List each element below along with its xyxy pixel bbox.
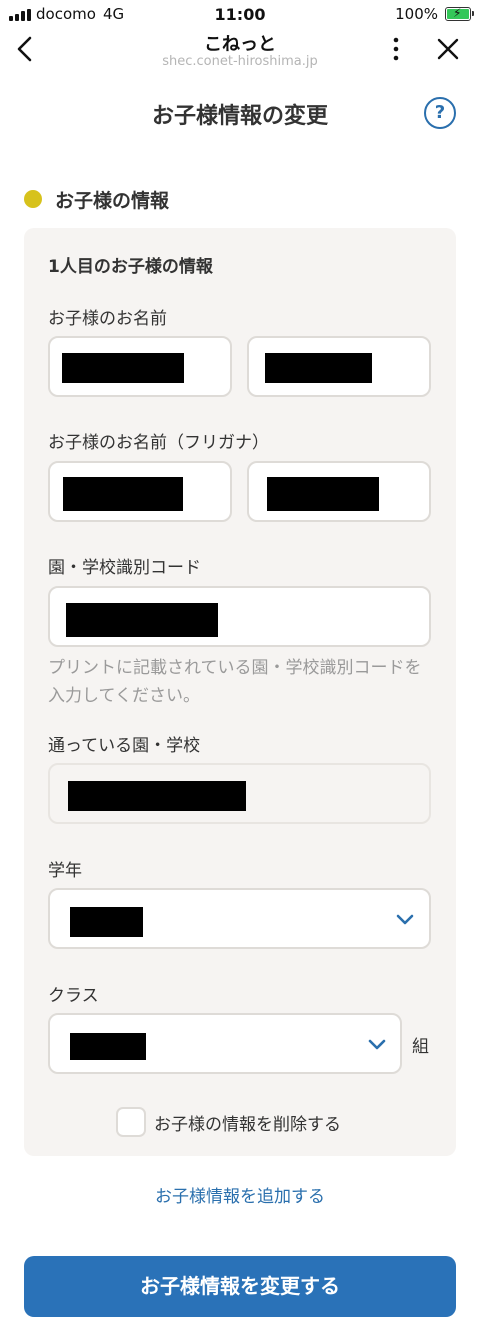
delete-child-label[interactable]: お子様の情報を削除する	[154, 1110, 341, 1135]
school-label: 通っている園・学校	[48, 736, 201, 756]
school-field	[48, 763, 431, 824]
section-bullet	[24, 190, 42, 208]
redacted-value	[70, 1033, 146, 1060]
help-icon[interactable]: ?	[424, 97, 456, 129]
name-label: お子様のお名前	[48, 309, 167, 329]
class-suffix: 組	[412, 1037, 429, 1057]
delete-child-checkbox[interactable]	[116, 1107, 146, 1137]
status-bar: docomo 4G 11:00 100% ⚡	[0, 0, 480, 30]
submit-button[interactable]: お子様情報を変更する	[24, 1256, 456, 1317]
browser-title: こねっと	[204, 34, 276, 55]
last-name-kana-input[interactable]	[48, 461, 232, 522]
close-icon[interactable]	[434, 35, 462, 63]
page-title: お子様情報の変更	[151, 104, 328, 129]
grade-select[interactable]	[48, 888, 431, 949]
school-code-help-text: プリントに記載されている園・学校識別コードを入力してください。	[48, 658, 422, 706]
first-name-kana-input[interactable]	[247, 461, 431, 522]
school-code-input[interactable]	[48, 586, 431, 647]
class-label: クラス	[48, 986, 99, 1006]
first-name-input[interactable]	[247, 336, 431, 397]
last-name-input[interactable]	[48, 336, 232, 397]
redacted-value	[62, 353, 184, 383]
redacted-value	[265, 353, 372, 383]
add-child-link[interactable]: お子様情報を追加する	[0, 1182, 480, 1207]
redacted-value	[63, 477, 183, 511]
redacted-value	[267, 477, 379, 511]
chevron-down-icon	[396, 914, 414, 925]
browser-url: shec.conet-hiroshima.jp	[162, 54, 318, 69]
grade-label: 学年	[48, 861, 82, 881]
redacted-value	[66, 603, 218, 637]
child-card-title: 1人目のお子様の情報	[48, 257, 213, 277]
more-options-icon[interactable]	[384, 35, 408, 63]
redacted-value	[70, 907, 143, 937]
battery-percentage: 100%	[395, 5, 438, 23]
battery-icon: ⚡	[445, 6, 474, 21]
class-select[interactable]	[48, 1013, 402, 1074]
chevron-down-icon	[368, 1039, 386, 1050]
school-code-label: 園・学校識別コード	[48, 558, 201, 578]
kana-name-label: お子様のお名前（フリガナ）	[48, 433, 269, 453]
section-title: お子様の情報	[55, 190, 170, 212]
redacted-value	[68, 781, 246, 811]
